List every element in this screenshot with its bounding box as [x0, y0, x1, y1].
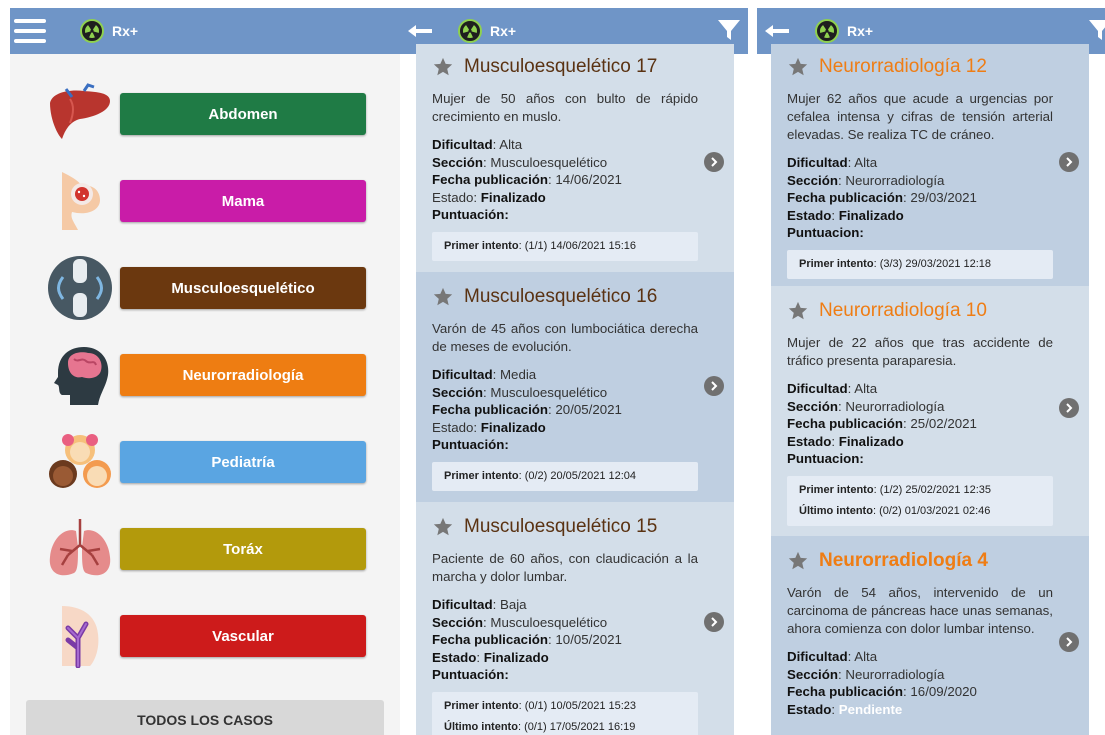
neurorradiologia-button[interactable]: Neurorradiología [120, 354, 366, 396]
case-meta: Dificultad: Alta Sección: Musculoesquelé… [432, 137, 622, 223]
category-abdomen: Abdomen [40, 83, 370, 145]
children-icon [40, 431, 120, 493]
category-mama: Mama [40, 171, 370, 231]
case-card[interactable]: Neurorradiología 10 Mujer de 22 años que… [771, 286, 1089, 536]
liver-icon [40, 83, 120, 145]
attempts-box: Primer intento: (0/2) 20/05/2021 12:04 [432, 461, 698, 491]
lungs-icon [40, 518, 120, 580]
chevron-right-icon[interactable] [704, 612, 724, 632]
app-name: Rx+ [490, 23, 517, 39]
abdomen-button[interactable]: Abdomen [120, 93, 366, 135]
chevron-right-icon[interactable] [1059, 152, 1079, 172]
filter-icon[interactable] [716, 17, 742, 43]
musculoesqueletico-button[interactable]: Musculoesquelético [120, 267, 366, 309]
case-title: Musculoesquelético 16 [432, 284, 718, 310]
top-bar: Rx+ [10, 8, 400, 54]
app-name: Rx+ [112, 23, 139, 39]
case-list: Neurorradiología 12 Mujer 62 años que ac… [771, 44, 1089, 735]
case-meta: Dificultad: Alta Sección: Neurorradiolog… [787, 155, 977, 241]
menu-icon[interactable] [14, 19, 46, 43]
app-logo-icon [80, 19, 104, 43]
attempts-box: Primer intento: (3/3) 29/03/2021 12:18 [787, 249, 1053, 279]
case-title: Neurorradiología 4 [787, 548, 1073, 574]
mama-button[interactable]: Mama [120, 180, 366, 222]
category-vascular: Vascular [40, 605, 370, 668]
case-title: Musculoesquelético 17 [432, 54, 718, 80]
case-description: Mujer de 50 años con bulto de rápido cre… [432, 91, 698, 124]
chevron-right-icon[interactable] [1059, 632, 1079, 652]
case-card[interactable]: Neurorradiología 4 Varón de 54 años, int… [771, 536, 1089, 735]
star-icon[interactable] [787, 300, 809, 322]
category-pediatria: Pediatría [40, 432, 370, 492]
case-meta: Dificultad: Alta Sección: Neurorradiolog… [787, 649, 977, 717]
musculoesqueletico-list-screen: Rx+ Musculoesquelético 17 Mujer de 50 añ… [400, 8, 748, 735]
all-cases-button[interactable]: TODOS LOS CASOS [26, 700, 384, 735]
app-logo-icon [458, 19, 482, 43]
case-description: Varón de 45 años con lumbociática derech… [432, 321, 698, 354]
category-neurorradiologia: Neurorradiología [40, 345, 370, 405]
case-list: Musculoesquelético 17 Mujer de 50 años c… [416, 44, 734, 735]
case-title: Neurorradiología 10 [787, 298, 1073, 324]
filter-icon[interactable] [1087, 17, 1105, 43]
brain-head-icon [40, 344, 120, 406]
case-title-text: Musculoesquelético 16 [464, 286, 658, 307]
case-meta: Dificultad: Alta Sección: Neurorradiolog… [787, 381, 977, 467]
case-title-text: Neurorradiología 10 [819, 300, 987, 321]
app-logo-icon [815, 19, 839, 43]
star-icon[interactable] [432, 516, 454, 538]
case-title: Musculoesquelético 15 [432, 514, 718, 540]
vessel-icon [40, 605, 120, 668]
back-arrow-icon[interactable] [406, 19, 438, 43]
case-meta: Dificultad: Baja Sección: Musculoesquelé… [432, 597, 622, 683]
pediatria-button[interactable]: Pediatría [120, 441, 366, 483]
case-title-text: Neurorradiología 4 [819, 550, 988, 571]
case-card[interactable]: Neurorradiología 12 Mujer 62 años que ac… [771, 44, 1089, 286]
case-card[interactable]: Musculoesquelético 17 Mujer de 50 años c… [416, 44, 734, 272]
breast-icon [40, 170, 120, 232]
back-arrow-icon[interactable] [763, 19, 795, 43]
case-description: Varón de 54 años, intervenido de un carc… [787, 585, 1053, 636]
chevron-right-icon[interactable] [1059, 398, 1079, 418]
neurorradiologia-list-screen: Rx+ Neurorradiología 12 Mujer 62 años qu… [757, 8, 1105, 735]
case-description: Mujer de 22 años que tras accidente de t… [787, 335, 1053, 368]
case-card[interactable]: Musculoesquelético 15 Paciente de 60 año… [416, 502, 734, 735]
case-meta: Dificultad: Media Sección: Musculoesquel… [432, 367, 622, 453]
chevron-right-icon[interactable] [704, 376, 724, 396]
case-title-text: Neurorradiología 12 [819, 56, 987, 77]
category-musculoesqueletico: Musculoesquelético [40, 256, 370, 320]
case-description: Paciente de 60 años, con claudicación a … [432, 551, 698, 584]
case-title-text: Musculoesquelético 15 [464, 516, 658, 537]
home-screen: Rx+ Abdomen Mama Musculoesquelético Neur… [10, 8, 400, 735]
attempts-box: Primer intento: (1/1) 14/06/2021 15:16 [432, 231, 698, 261]
vascular-button[interactable]: Vascular [120, 615, 366, 657]
category-torax: Toráx [40, 519, 370, 579]
knee-joint-icon [40, 256, 120, 320]
star-icon[interactable] [432, 286, 454, 308]
case-title-text: Musculoesquelético 17 [464, 56, 658, 77]
attempts-box: Primer intento: (1/2) 25/02/2021 12:35 Ú… [787, 475, 1053, 526]
star-icon[interactable] [787, 550, 809, 572]
app-name: Rx+ [847, 23, 874, 39]
case-description: Mujer 62 años que acude a urgencias por … [787, 91, 1053, 142]
star-icon[interactable] [787, 56, 809, 78]
case-card[interactable]: Musculoesquelético 16 Varón de 45 años c… [416, 272, 734, 502]
case-title: Neurorradiología 12 [787, 54, 1073, 80]
chevron-right-icon[interactable] [704, 152, 724, 172]
star-icon[interactable] [432, 56, 454, 78]
attempts-box: Primer intento: (0/1) 10/05/2021 15:23 Ú… [432, 691, 698, 735]
torax-button[interactable]: Toráx [120, 528, 366, 570]
